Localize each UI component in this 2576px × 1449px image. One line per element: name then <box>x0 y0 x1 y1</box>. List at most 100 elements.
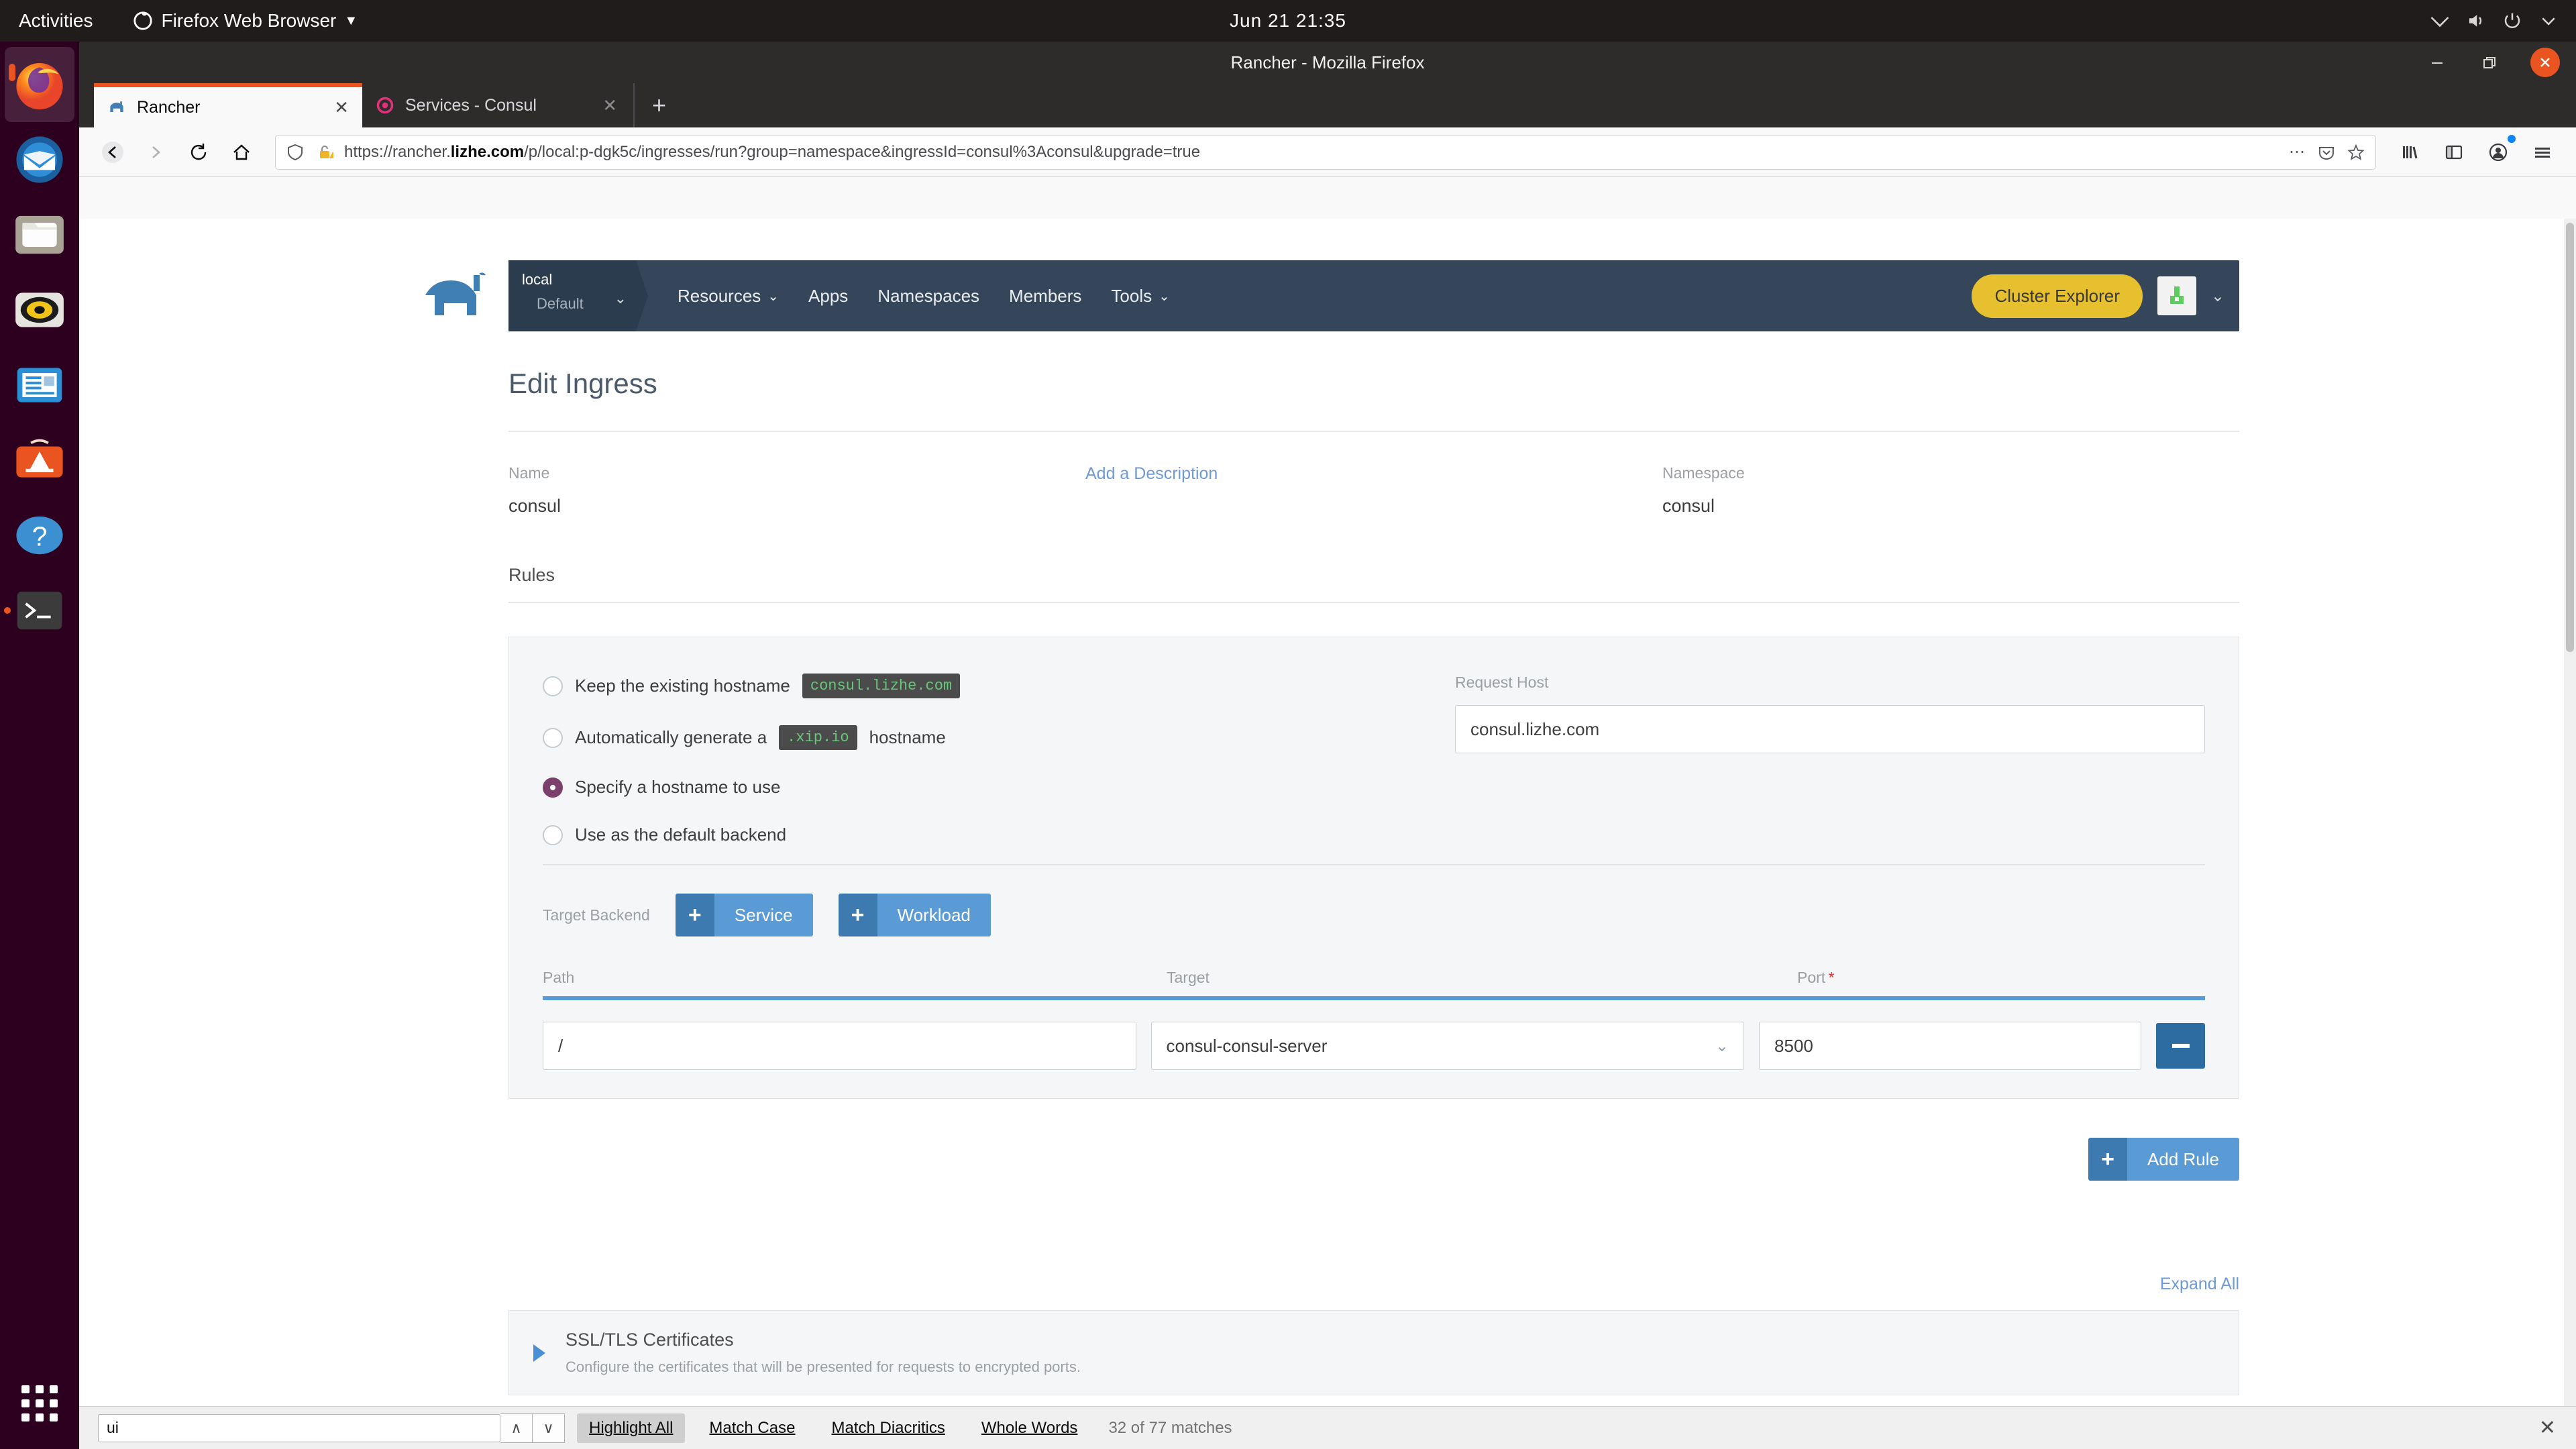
request-host-input[interactable]: consul.lizhe.com <box>1455 705 2205 753</box>
system-tray[interactable] <box>2430 11 2559 31</box>
page-scrollbar[interactable] <box>2564 219 2576 1406</box>
dock-item-thunderbird[interactable] <box>0 122 79 197</box>
find-next-button[interactable]: ∨ <box>533 1413 565 1443</box>
expand-all-link[interactable]: Expand All <box>2160 1275 2239 1294</box>
url-bar[interactable]: https://rancher.lizhe.com/p/local:p-dgk5… <box>275 134 2376 170</box>
url-text[interactable]: https://rancher.lizhe.com/p/local:p-dgk5… <box>344 143 2277 162</box>
accordion-subtitle: Configure the certificates that will be … <box>566 1358 1081 1375</box>
column-underline <box>1797 996 2205 1000</box>
minimize-button[interactable] <box>2426 51 2449 74</box>
add-workload-label: Workload <box>877 894 991 936</box>
whole-words-toggle[interactable]: Whole Words <box>969 1413 1090 1443</box>
chevron-down-icon[interactable]: ⌄ <box>2211 286 2224 306</box>
show-applications-button[interactable] <box>0 1370 79 1437</box>
rancher-nav-items: Resources ⌄ Apps Namespaces Members Tool… <box>663 260 1185 331</box>
maximize-restore-button[interactable] <box>2478 51 2501 74</box>
sidebar-icon[interactable] <box>2435 133 2473 171</box>
apps-grid-icon <box>21 1385 58 1421</box>
cluster-selector[interactable]: local Default ⌄ <box>508 260 648 331</box>
rancher-logo[interactable] <box>421 264 508 329</box>
ubuntu-dock: ? <box>0 42 79 1449</box>
find-bar: ui ∧ ∨ Highlight All Match Case Match Di… <box>79 1406 2576 1449</box>
bookmark-star-icon[interactable] <box>2346 142 2366 162</box>
radio-button[interactable] <box>543 727 563 748</box>
lock-warning-icon[interactable] <box>315 142 335 162</box>
find-previous-button[interactable]: ∧ <box>500 1413 533 1443</box>
add-workload-button[interactable]: + Workload <box>838 894 991 936</box>
help-icon: ? <box>16 516 63 555</box>
new-tab-button[interactable]: + <box>633 83 684 127</box>
plus-icon: + <box>2088 1138 2128 1181</box>
nav-item-resources[interactable]: Resources ⌄ <box>663 260 794 331</box>
dock-item-files[interactable] <box>0 197 79 272</box>
backend-row-inputs: / consul-consul-server ⌄ 8500 <box>543 1022 2205 1070</box>
pocket-icon[interactable] <box>2316 142 2337 162</box>
match-case-toggle[interactable]: Match Case <box>697 1413 807 1443</box>
divider <box>508 602 2239 603</box>
remove-backend-button[interactable] <box>2156 1023 2205 1069</box>
target-label: Target <box>1167 969 1210 986</box>
account-icon[interactable] <box>2479 133 2517 171</box>
add-rule-button[interactable]: + Add Rule <box>2088 1138 2239 1181</box>
highlight-all-toggle[interactable]: Highlight All <box>577 1413 686 1443</box>
match-diacritics-toggle[interactable]: Match Diacritics <box>819 1413 957 1443</box>
dock-item-firefox[interactable] <box>5 47 74 122</box>
rancher-cow-icon <box>110 101 123 112</box>
close-findbar-button[interactable]: ✕ <box>2539 1416 2556 1440</box>
dock-item-libreoffice-writer[interactable] <box>0 347 79 423</box>
activities-button[interactable]: Activities <box>19 10 93 32</box>
close-button[interactable] <box>2530 48 2560 77</box>
clock[interactable]: Jun 21 21:35 <box>1230 10 1346 32</box>
tab-services-consul[interactable]: Services - Consul ✕ <box>362 83 631 127</box>
dock-item-ubuntu-software[interactable] <box>0 423 79 498</box>
reload-button[interactable] <box>180 133 217 171</box>
add-rule-row: + Add Rule <box>508 1138 2239 1181</box>
nav-item-members[interactable]: Members <box>994 260 1096 331</box>
dock-item-help[interactable]: ? <box>0 498 79 573</box>
hostname-mode-radio-group: Keep the existing hostname consul.lizhe.… <box>543 674 1415 845</box>
cluster-explorer-button[interactable]: Cluster Explorer <box>1972 274 2143 318</box>
add-service-button[interactable]: + Service <box>675 894 813 936</box>
kubectl-shell-button[interactable] <box>2157 276 2196 315</box>
radio-button[interactable] <box>543 824 563 845</box>
radio-auto-generate-hostname[interactable]: Automatically generate a .xip.io hostnam… <box>543 725 1415 750</box>
home-button[interactable] <box>223 133 260 171</box>
nav-item-namespaces[interactable]: Namespaces <box>863 260 994 331</box>
radio-keep-existing-hostname[interactable]: Keep the existing hostname consul.lizhe.… <box>543 674 1415 698</box>
chevron-down-icon: ⌄ <box>614 290 627 307</box>
nav-item-apps[interactable]: Apps <box>794 260 863 331</box>
add-description-link[interactable]: Add a Description <box>1085 464 1662 484</box>
dock-item-terminal[interactable] <box>0 573 79 648</box>
chevron-down-icon <box>2542 17 2555 25</box>
tab-title: Services - Consul <box>405 95 537 115</box>
back-button[interactable] <box>94 133 131 171</box>
volume-icon <box>2469 15 2482 27</box>
dock-item-rhythmbox[interactable] <box>0 272 79 347</box>
shield-icon[interactable] <box>285 142 305 162</box>
app-menu-button[interactable]: Firefox Web Browser ▼ <box>133 10 358 32</box>
radio-specify-hostname[interactable]: Specify a hostname to use <box>543 777 1415 798</box>
radio-default-backend[interactable]: Use as the default backend <box>543 824 1415 845</box>
chevron-down-icon: ▼ <box>344 13 358 28</box>
tab-bar: Rancher ✕ Services - Consul ✕ + <box>79 83 2576 127</box>
target-select[interactable]: consul-consul-server ⌄ <box>1150 1022 1745 1070</box>
add-service-label: Service <box>714 894 813 936</box>
hamburger-menu-icon[interactable] <box>2524 133 2561 171</box>
power-icon <box>2504 13 2520 28</box>
radio-button[interactable] <box>543 777 563 798</box>
tab-rancher[interactable]: Rancher ✕ <box>94 83 362 127</box>
edit-ingress-form: Edit Ingress Name consul Add a Descripti… <box>508 331 2239 1406</box>
firefox-icon <box>16 62 63 110</box>
nav-item-tools[interactable]: Tools ⌄ <box>1096 260 1184 331</box>
close-icon[interactable]: ✕ <box>602 95 617 116</box>
radio-button[interactable] <box>543 676 563 696</box>
path-input[interactable]: / <box>543 1022 1136 1070</box>
close-icon[interactable]: ✕ <box>334 97 349 118</box>
library-icon[interactable] <box>2391 133 2428 171</box>
page-actions-icon[interactable]: ⋯ <box>2287 142 2307 162</box>
scrollbar-thumb[interactable] <box>2566 223 2574 652</box>
port-input[interactable]: 8500 <box>1759 1022 2142 1070</box>
find-input[interactable]: ui <box>98 1413 500 1442</box>
forward-button <box>137 133 174 171</box>
accordion-ssl-tls-certificates[interactable]: SSL/TLS Certificates Configure the certi… <box>508 1310 2239 1395</box>
